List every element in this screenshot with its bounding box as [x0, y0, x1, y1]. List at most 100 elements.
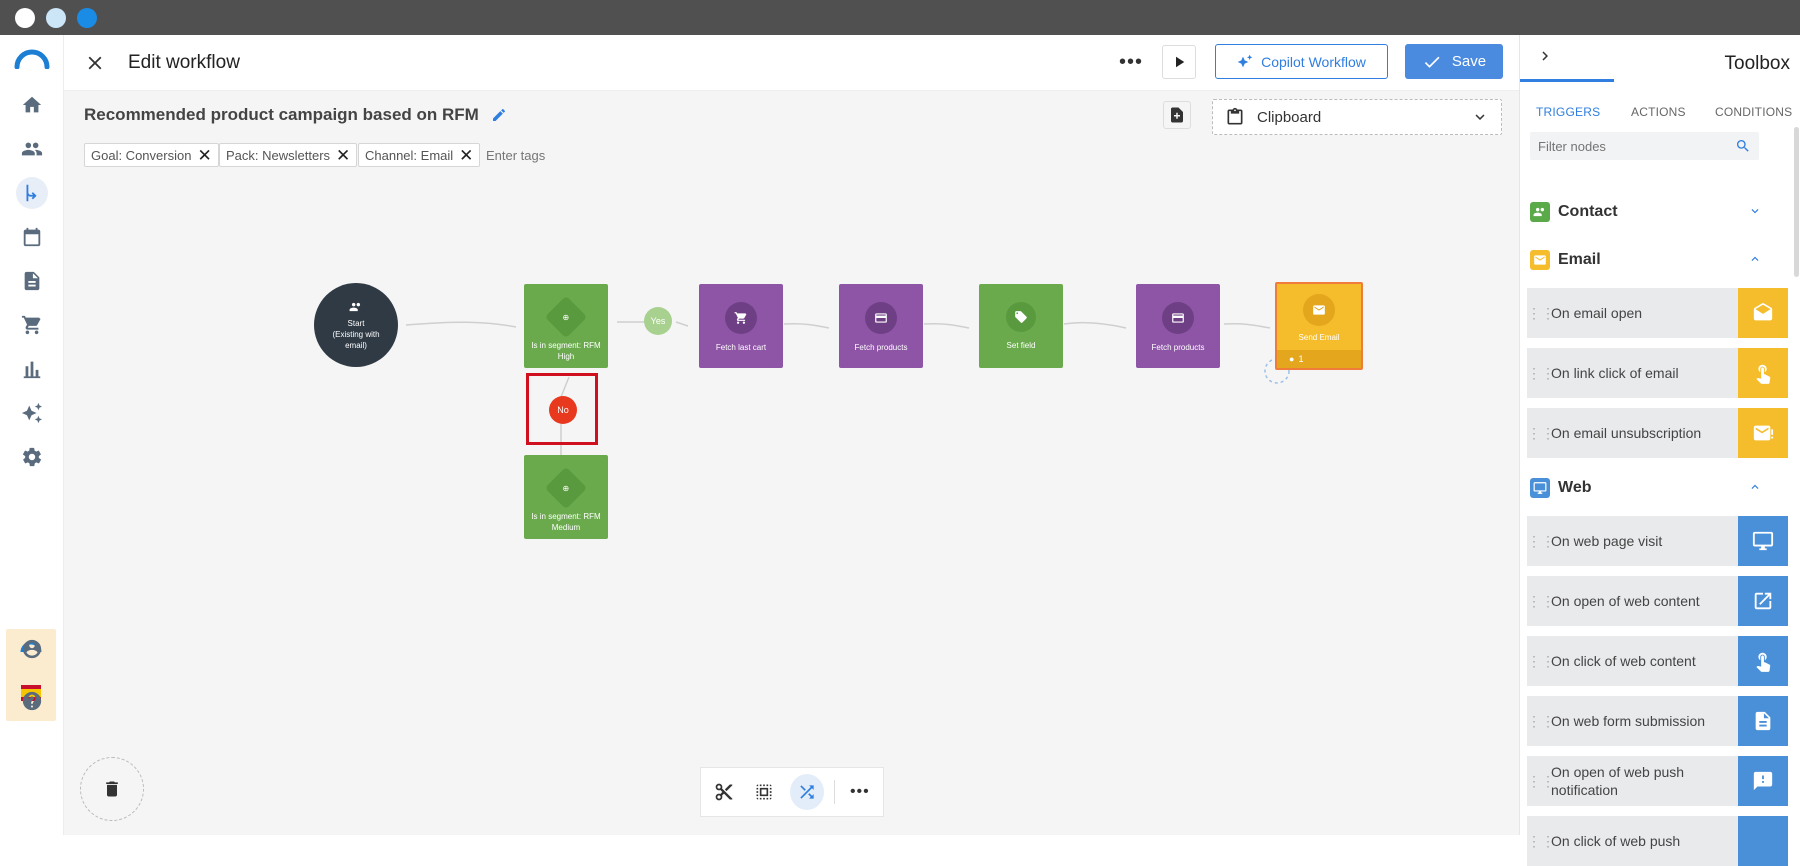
open-external-icon	[1738, 576, 1788, 626]
settings-gear-icon[interactable]	[16, 441, 48, 473]
form-document-icon	[1738, 696, 1788, 746]
tag-goal: Goal: Conversion ✕	[84, 143, 219, 167]
tag-channel-label: Channel: Email	[365, 147, 454, 163]
monitor-icon	[1530, 478, 1550, 498]
trigger-email-unsubscription[interactable]: ⋮⋮ On email unsubscription	[1527, 408, 1788, 458]
clipboard-icon	[1227, 107, 1243, 125]
drag-handle-icon[interactable]: ⋮⋮	[1527, 365, 1555, 382]
tab-actions[interactable]: ACTIONS	[1631, 105, 1686, 119]
send-email-node[interactable]: Send Email ● 1	[1275, 282, 1363, 370]
edit-pencil-icon[interactable]	[491, 107, 507, 123]
drag-handle-icon[interactable]: ⋮⋮	[1527, 773, 1555, 790]
drag-handle-icon[interactable]: ⋮⋮	[1527, 833, 1555, 850]
drag-handle-icon[interactable]: ⋮⋮	[1527, 425, 1555, 442]
remove-tag-icon[interactable]: ✕	[336, 147, 350, 164]
delete-drop-zone[interactable]	[80, 757, 144, 821]
drag-handle-icon[interactable]: ⋮⋮	[1527, 305, 1555, 322]
segment-medium-label: Is in segment: RFM Medium	[531, 512, 601, 532]
fetch-last-cart-node[interactable]: Fetch last cart	[699, 284, 783, 368]
contacts-icon[interactable]	[16, 133, 48, 165]
person-icon: ●	[1289, 354, 1295, 364]
trigger-web-form-submission[interactable]: ⋮⋮ On web form submission	[1527, 696, 1788, 746]
trigger-open-web-content[interactable]: ⋮⋮ On open of web content	[1527, 576, 1788, 626]
send-email-count: 1	[1298, 354, 1304, 364]
segment-high-node[interactable]: ⊕ Is in segment: RFM High	[524, 284, 608, 368]
segment-medium-node[interactable]: ⊕ Is in segment: RFM Medium	[524, 455, 608, 539]
push-notification-icon	[1738, 756, 1788, 806]
no-branch-badge[interactable]: No	[549, 396, 577, 424]
filter-nodes-input[interactable]	[1530, 132, 1720, 160]
chevron-down-icon	[1475, 114, 1485, 120]
save-button[interactable]: Save	[1405, 44, 1503, 79]
drag-handle-icon[interactable]: ⋮⋮	[1527, 593, 1555, 610]
target-icon: ⊕	[562, 483, 570, 493]
trigger-email-open[interactable]: ⋮⋮ On email open	[1527, 288, 1788, 338]
remove-tag-icon[interactable]: ✕	[197, 147, 211, 164]
card-icon	[1172, 313, 1184, 323]
trigger-label: On click of web content	[1551, 653, 1696, 669]
segment-high-label: Is in segment: RFM High	[531, 341, 601, 361]
window-titlebar	[0, 0, 1800, 35]
trash-icon	[106, 781, 118, 797]
set-field-node[interactable]: Set field	[979, 284, 1063, 368]
trigger-web-page-visit[interactable]: ⋮⋮ On web page visit	[1527, 516, 1788, 566]
tab-triggers[interactable]: TRIGGERS	[1536, 105, 1600, 119]
email-open-icon	[1738, 288, 1788, 338]
fetch-products-node[interactable]: Fetch products	[839, 284, 923, 368]
window-maximize-dot[interactable]	[77, 8, 97, 28]
help-icon[interactable]	[16, 685, 48, 717]
more-options-icon[interactable]: •••	[1119, 51, 1143, 74]
close-icon[interactable]	[84, 52, 106, 74]
sparkles-icon[interactable]	[16, 397, 48, 429]
workflow-canvas[interactable]: Recommended product campaign based on RF…	[64, 91, 1567, 835]
trigger-click-web-push[interactable]: ⋮⋮ On click of web push	[1527, 816, 1788, 866]
app-logo-icon[interactable]	[14, 49, 50, 74]
drag-handle-icon[interactable]: ⋮⋮	[1527, 713, 1555, 730]
user-profile-icon[interactable]	[16, 633, 48, 665]
analytics-icon[interactable]	[16, 353, 48, 385]
drag-handle-icon[interactable]: ⋮⋮	[1527, 533, 1555, 550]
section-web[interactable]: Web	[1530, 474, 1770, 502]
more-options-icon[interactable]: •••	[845, 776, 875, 808]
drag-handle-icon[interactable]: ⋮⋮	[1527, 653, 1555, 670]
play-icon	[1176, 56, 1185, 68]
note-add-icon	[1171, 107, 1183, 123]
scissors-icon[interactable]	[709, 776, 739, 808]
cart-icon[interactable]	[16, 309, 48, 341]
workflows-icon[interactable]	[16, 177, 48, 209]
shuffle-icon[interactable]	[789, 774, 824, 810]
clipboard-dropdown[interactable]: Clipboard	[1212, 99, 1502, 135]
trigger-click-web-content[interactable]: ⋮⋮ On click of web content	[1527, 636, 1788, 686]
toolbox-scrollbar[interactable]	[1794, 127, 1799, 277]
window-minimize-dot[interactable]	[46, 8, 66, 28]
section-email[interactable]: Email	[1530, 246, 1770, 274]
send-email-label: Send Email	[1298, 333, 1340, 342]
save-label: Save	[1451, 53, 1487, 70]
trigger-label: On web page visit	[1551, 533, 1663, 549]
section-contact[interactable]: Contact	[1530, 198, 1770, 226]
home-icon[interactable]	[16, 89, 48, 121]
collapse-toolbox-icon[interactable]	[1536, 47, 1554, 65]
tags-input[interactable]	[486, 143, 646, 167]
remove-tag-icon[interactable]: ✕	[459, 147, 473, 164]
copilot-workflow-button[interactable]: Copilot Workflow	[1215, 44, 1388, 79]
fetch-products-node[interactable]: Fetch products	[1136, 284, 1220, 368]
run-button[interactable]	[1162, 45, 1196, 79]
workflow-edges	[405, 321, 1290, 456]
trigger-link-click-email[interactable]: ⋮⋮ On link click of email	[1527, 348, 1788, 398]
add-note-button[interactable]	[1163, 101, 1191, 129]
set-field-label: Set field	[1006, 341, 1036, 350]
yes-branch-badge[interactable]: Yes	[644, 307, 672, 335]
filter-nodes-field[interactable]	[1530, 132, 1759, 160]
tab-conditions[interactable]: CONDITIONS	[1715, 105, 1792, 119]
start-node[interactable]: Start (Existing with email)	[314, 283, 398, 367]
tag-pack-label: Pack: Newsletters	[226, 147, 331, 163]
page-title: Edit workflow	[128, 52, 240, 73]
start-subtitle: (Existing with email)	[332, 329, 380, 350]
monitor-icon	[1738, 516, 1788, 566]
window-close-dot[interactable]	[15, 8, 35, 28]
trigger-open-web-push[interactable]: ⋮⋮ On open of web push notification	[1527, 756, 1788, 806]
document-icon[interactable]	[16, 265, 48, 297]
select-area-icon[interactable]	[749, 776, 779, 808]
calendar-icon[interactable]	[16, 221, 48, 253]
